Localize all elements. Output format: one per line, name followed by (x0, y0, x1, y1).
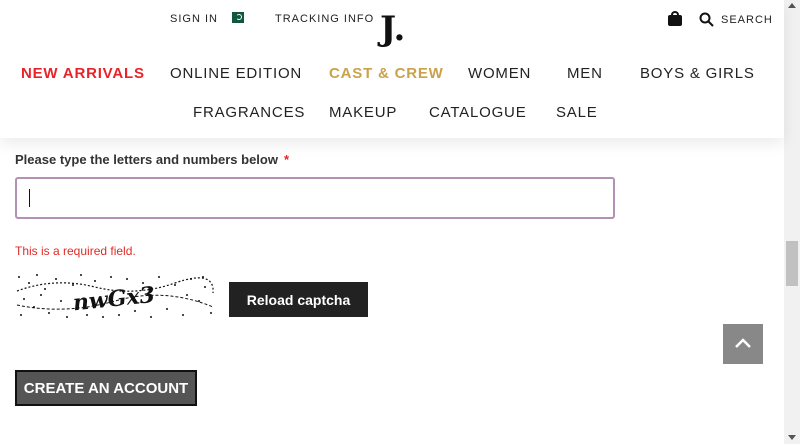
brand-logo[interactable]: J. (380, 12, 405, 46)
tracking-info-link[interactable]: TRACKING INFO (275, 13, 374, 25)
captcha-image: nwGx3 (15, 271, 215, 321)
site-header: SIGN IN TRACKING INFO J. SEARCH NEW ARRI… (0, 0, 784, 138)
nav-catalogue[interactable]: CATALOGUE (429, 104, 527, 121)
captcha-error-message: This is a required field. (15, 244, 136, 258)
text-caret (29, 189, 30, 207)
captcha-label-text: Please type the letters and numbers belo… (15, 152, 278, 167)
shopping-bag-icon[interactable] (668, 11, 682, 26)
captcha-input[interactable] (15, 177, 615, 219)
nav-cast-crew[interactable]: CAST & CREW (329, 65, 444, 82)
scroll-up-arrow-icon[interactable] (788, 3, 796, 8)
captcha-label: Please type the letters and numbers belo… (15, 152, 289, 167)
nav-fragrances[interactable]: FRAGRANCES (193, 104, 305, 121)
nav-women[interactable]: WOMEN (468, 65, 531, 82)
reload-captcha-button[interactable]: Reload captcha (229, 282, 368, 317)
nav-makeup[interactable]: MAKEUP (329, 104, 397, 121)
search-icon[interactable] (699, 12, 714, 27)
nav-online-edition[interactable]: ONLINE EDITION (170, 65, 302, 82)
chevron-up-icon (735, 338, 751, 348)
back-to-top-button[interactable] (723, 324, 763, 364)
nav-men[interactable]: MEN (567, 65, 603, 82)
scroll-down-arrow-icon[interactable] (788, 435, 796, 440)
scrollbar-thumb[interactable] (786, 241, 798, 286)
page-scrollbar[interactable] (784, 0, 800, 444)
nav-sale[interactable]: SALE (556, 104, 598, 121)
pakistan-flag-icon[interactable] (228, 12, 244, 23)
nav-boys-girls[interactable]: BOYS & GIRLS (640, 65, 755, 82)
create-account-button[interactable]: CREATE AN ACCOUNT (15, 370, 197, 406)
required-star: * (283, 152, 290, 167)
nav-new-arrivals[interactable]: NEW ARRIVALS (21, 65, 145, 82)
search-link[interactable]: SEARCH (721, 14, 773, 26)
sign-in-link[interactable]: SIGN IN (170, 13, 218, 25)
